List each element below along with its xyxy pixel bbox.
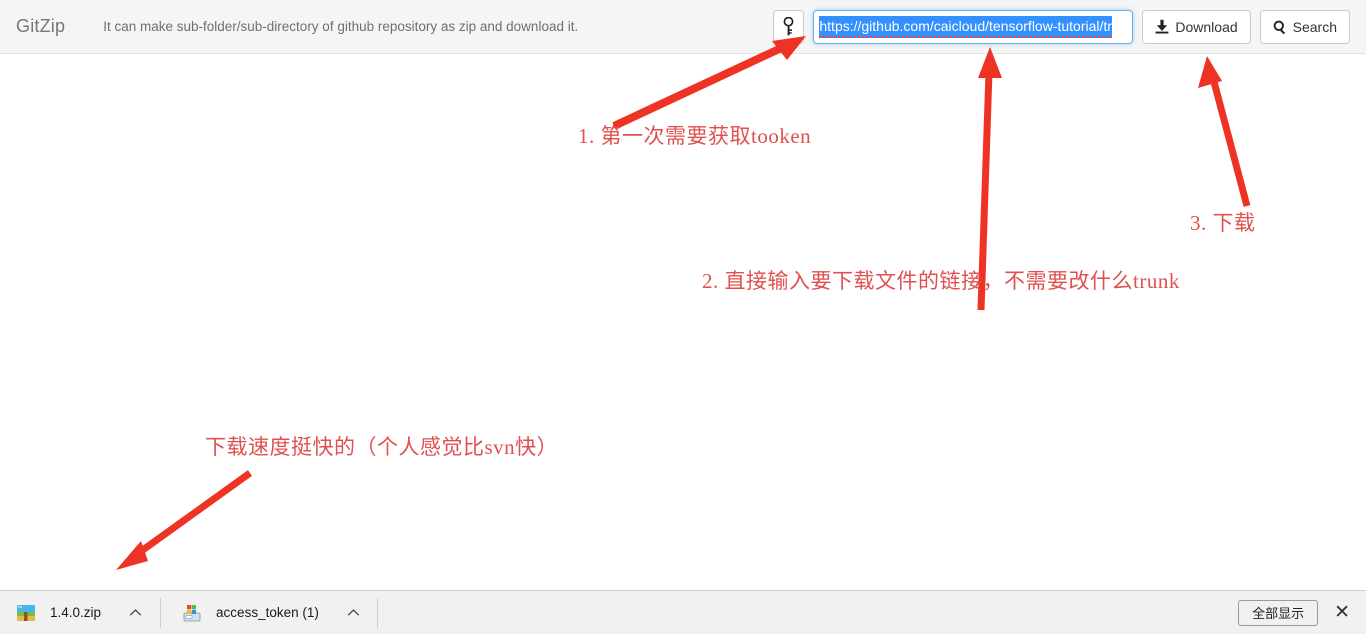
key-icon bbox=[782, 17, 795, 36]
arrow-to-downloads-bar bbox=[116, 470, 253, 570]
app-header: GitZip It can make sub-folder/sub-direct… bbox=[0, 0, 1366, 54]
repo-url-field[interactable]: https://github.com/caicloud/tensorflow-t… bbox=[813, 9, 1134, 44]
download-button[interactable]: Download bbox=[1142, 9, 1251, 44]
app-tagline: It can make sub-folder/sub-directory of … bbox=[103, 19, 579, 34]
annotation-1-text: 1. 第一次需要获取tooken bbox=[578, 124, 812, 148]
header-toolbar: https://github.com/caicloud/tensorflow-t… bbox=[773, 9, 1366, 44]
download-item-name: access_token (1) bbox=[216, 605, 319, 620]
annotation-arrows bbox=[116, 36, 1251, 570]
download-item-name: 1.4.0.zip bbox=[50, 605, 102, 620]
download-item-token[interactable]: access_token (1) bbox=[160, 591, 378, 634]
download-button-label: Download bbox=[1175, 18, 1238, 35]
downloads-bar-actions: 全部显示 ✕ bbox=[1238, 599, 1366, 626]
arrow-to-download-button bbox=[1198, 56, 1251, 207]
search-icon bbox=[1273, 20, 1287, 34]
app-brand: GitZip bbox=[16, 16, 66, 36]
installer-file-icon bbox=[182, 603, 202, 623]
repo-url-input[interactable] bbox=[813, 9, 1134, 44]
annotation-4-text: 下载速度挺快的（个人感觉比svn快） bbox=[205, 435, 559, 459]
zip-archive-icon bbox=[16, 603, 36, 623]
search-button-label: Search bbox=[1292, 18, 1337, 35]
chevron-up-icon[interactable] bbox=[129, 604, 142, 622]
gitzip-page: GitZip It can make sub-folder/sub-direct… bbox=[0, 0, 1366, 634]
annotation-2-text: 2. 直接输入要下载文件的链接，不需要改什么trunk bbox=[702, 269, 1180, 293]
downloads-divider bbox=[376, 597, 378, 628]
downloads-divider bbox=[160, 597, 162, 628]
close-downloads-bar-icon[interactable]: ✕ bbox=[1332, 603, 1352, 622]
annotation-3-text: 3. 下载 bbox=[1190, 211, 1256, 235]
show-all-downloads-button[interactable]: 全部显示 bbox=[1238, 599, 1319, 626]
search-button[interactable]: Search bbox=[1259, 9, 1350, 44]
downloads-bar: 1.4.0.zip access_token (1) 全部显示 ✕ bbox=[0, 590, 1366, 634]
download-icon bbox=[1155, 19, 1169, 34]
get-token-button[interactable] bbox=[773, 9, 805, 44]
download-item-zip[interactable]: 1.4.0.zip bbox=[0, 591, 160, 634]
chevron-up-icon[interactable] bbox=[347, 604, 360, 622]
